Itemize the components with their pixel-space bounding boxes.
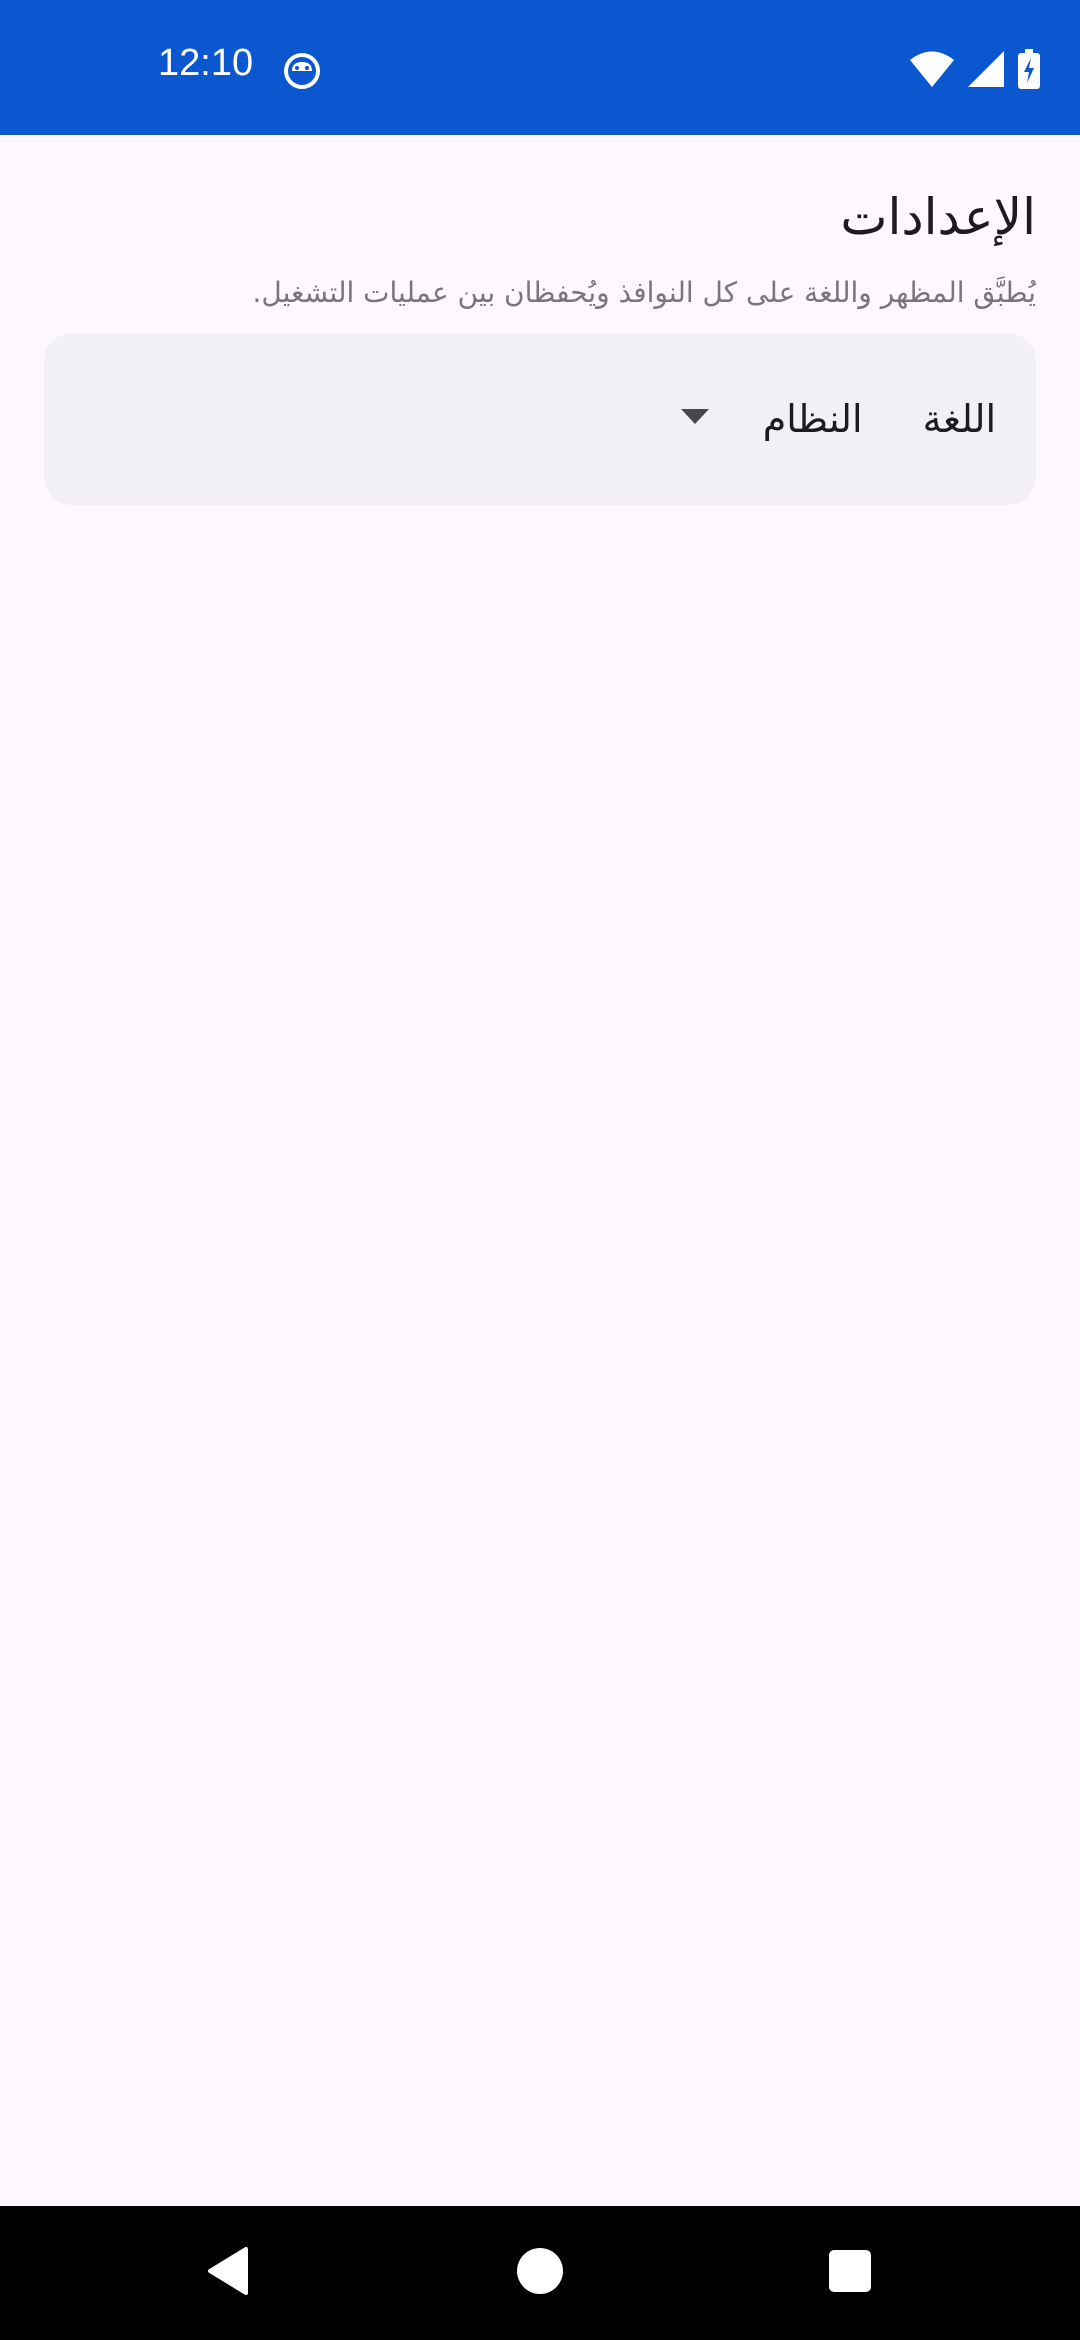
back-icon	[206, 2247, 250, 2299]
home-button[interactable]	[480, 2206, 600, 2340]
language-selected-value: النظام	[762, 397, 863, 442]
page-title: الإعدادات	[840, 188, 1036, 246]
wifi-icon	[910, 51, 954, 91]
status-time: 12:10	[158, 42, 254, 84]
cellular-signal-icon	[968, 51, 1004, 91]
language-dropdown[interactable]: النظام	[680, 397, 863, 442]
dropdown-arrow-icon	[680, 409, 709, 429]
settings-screen: الإعدادات يُطبَّق المظهر واللغة على كل ا…	[44, 135, 1036, 506]
language-setting-card: اللغة النظام	[44, 333, 1036, 506]
home-icon	[516, 2247, 564, 2299]
status-icons	[910, 49, 1040, 93]
page-subtitle: يُطبَّق المظهر واللغة على كل النوافذ ويُ…	[252, 276, 1036, 309]
status-bar: 12:10	[0, 0, 1080, 135]
recents-button[interactable]	[790, 2206, 910, 2340]
back-button[interactable]	[168, 2206, 288, 2340]
navigation-bar	[0, 2206, 1080, 2340]
language-label: اللغة	[922, 397, 996, 442]
recents-icon	[829, 2250, 871, 2296]
app-notification-icon	[283, 52, 321, 90]
battery-charging-icon	[1018, 49, 1040, 93]
